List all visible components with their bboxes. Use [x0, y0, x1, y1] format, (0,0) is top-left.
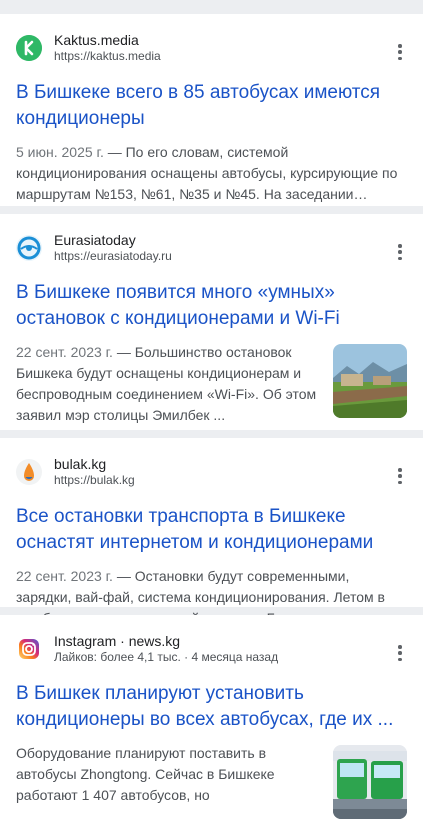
more-options-icon[interactable]: [393, 466, 407, 486]
site-name: bulak.kg: [54, 456, 107, 472]
result-snippet: 22 сент. 2023 г. — Большинство остановок…: [16, 342, 321, 426]
result-date: 22 сент. 2023 г.: [16, 344, 113, 360]
result-title-link[interactable]: В Бишкек планируют установить кондиционе…: [16, 681, 407, 733]
search-result-1[interactable]: Kaktus.media https://kaktus.media В Бишк…: [0, 14, 423, 206]
bulak-logo-icon: [16, 459, 42, 485]
eurasiatoday-logo-icon: [16, 235, 42, 261]
more-options-icon[interactable]: [393, 42, 407, 62]
result-source[interactable]: Kaktus.media https://kaktus.media: [16, 14, 407, 68]
result-title-link[interactable]: Все остановки транспорта в Бишкеке оснас…: [16, 504, 407, 556]
site-url: https://kaktus.media: [54, 49, 161, 63]
result-thumbnail[interactable]: [333, 344, 407, 418]
result-source[interactable]: Eurasiatoday https://eurasiatoday.ru: [16, 214, 407, 268]
result-title-link[interactable]: В Бишкеке всего в 85 автобусах имеются к…: [16, 80, 407, 132]
search-result-3[interactable]: bulak.kg https://bulak.kg Все остановки …: [0, 438, 423, 626]
more-options-icon[interactable]: [393, 242, 407, 262]
site-url: https://eurasiatoday.ru: [54, 249, 172, 263]
instagram-logo-icon: [16, 636, 42, 662]
result-divider: [0, 430, 423, 438]
result-thumbnail[interactable]: [333, 745, 407, 819]
search-result-4[interactable]: Instagram · news.kg Лайков: более 4,1 ты…: [0, 615, 423, 819]
result-source[interactable]: bulak.kg https://bulak.kg: [16, 438, 407, 492]
result-snippet: 5 июн. 2025 г. — По его словам, системой…: [16, 142, 407, 205]
result-date: 22 сент. 2023 г.: [16, 568, 113, 584]
top-divider: [0, 0, 423, 14]
result-snippet: Оборудование планируют поставить в автоб…: [16, 745, 275, 803]
site-name: Kaktus.media: [54, 32, 139, 48]
site-url: https://bulak.kg: [54, 473, 135, 487]
result-title-link[interactable]: В Бишкеке появится много «умных» останов…: [16, 280, 407, 332]
site-name: Instagram · news.kg: [54, 633, 181, 649]
search-result-2[interactable]: Eurasiatoday https://eurasiatoday.ru В Б…: [0, 214, 423, 430]
more-options-icon[interactable]: [393, 643, 407, 663]
post-meta: Лайков: более 4,1 тыс. · 4 месяца назад: [54, 650, 279, 664]
result-source[interactable]: Instagram · news.kg Лайков: более 4,1 ты…: [16, 615, 407, 669]
kaktus-logo-icon: [16, 35, 42, 61]
result-divider: [0, 206, 423, 214]
site-name: Eurasiatoday: [54, 232, 136, 248]
result-date: 5 июн. 2025 г.: [16, 144, 104, 160]
